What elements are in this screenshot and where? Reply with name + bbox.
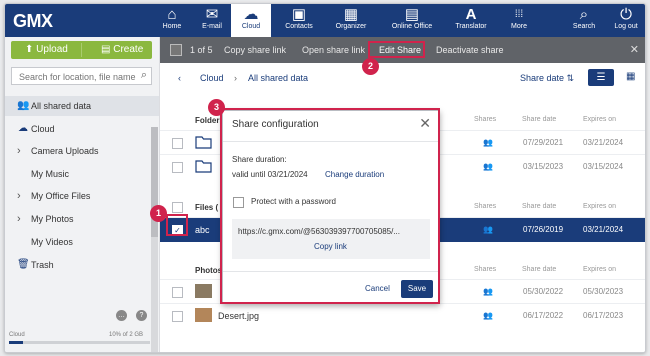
step-badge-3: 3 [208, 99, 225, 116]
contacts-icon: ▣ [291, 6, 307, 23]
cloud-icon: ☁ [243, 6, 259, 23]
sidebar-item-my-photos[interactable]: › My Photos [5, 209, 159, 229]
select-all-checkbox[interactable] [170, 44, 182, 56]
nav-search[interactable]: ⌕ Search [567, 4, 601, 37]
selection-action-bar: 1 of 5 Copy share link Open share link E… [160, 37, 645, 63]
chevron-right-icon[interactable]: › [17, 141, 21, 161]
office-icon: ▤ [404, 6, 420, 23]
chat-icon[interactable]: … [116, 310, 127, 321]
upload-button[interactable]: ⬆ Upload [25, 44, 68, 55]
trash-icon: 🗑 [17, 259, 30, 270]
breadcrumb-cloud[interactable]: Cloud [200, 73, 224, 83]
sidebar-item-my-videos[interactable]: My Videos [5, 232, 159, 252]
storage-indicator: Cloud 10% of 2 GB [5, 327, 159, 352]
nav-logout[interactable]: ⏻ Log out [609, 4, 643, 37]
top-navigation-bar: GMX ⌂ Home ✉ E-mail ☁ Cloud ▣ Contacts ▦… [5, 4, 645, 37]
nav-cloud[interactable]: ☁ Cloud [231, 4, 271, 37]
help-icon[interactable]: ? [136, 310, 147, 321]
shared-people-icon: 👥 [483, 225, 493, 234]
sidebar-item-all-shared-data[interactable]: 👥 All shared data [5, 96, 159, 116]
gmx-logo[interactable]: GMX [13, 11, 53, 32]
step-badge-2: 2 [362, 58, 379, 75]
gmx-cloud-window: GMX ⌂ Home ✉ E-mail ☁ Cloud ▣ Contacts ▦… [4, 3, 646, 353]
search-icon[interactable]: ⌕ [141, 69, 147, 82]
sidebar-item-camera-uploads[interactable]: › Camera Uploads [5, 141, 159, 161]
nav-online-office[interactable]: ▤ Online Office [387, 4, 437, 37]
chevron-right-icon[interactable]: › [17, 186, 21, 206]
folder-icon [195, 160, 212, 173]
sidebar-item-trash[interactable]: 🗑 Trash [5, 255, 159, 275]
nav-more[interactable]: ⁞⁞⁞ More [503, 4, 535, 37]
search-input[interactable] [17, 69, 141, 85]
sidebar-item-my-office-files[interactable]: › My Office Files [5, 186, 159, 206]
dialog-highlight [220, 108, 440, 304]
nav-contacts[interactable]: ▣ Contacts [281, 4, 317, 37]
shared-people-icon: 👥 [483, 311, 493, 320]
translate-icon: A [465, 6, 477, 23]
shared-people-icon: 👥 [483, 287, 493, 296]
row-checkbox[interactable] [172, 311, 183, 322]
selection-count: 1 of 5 [190, 45, 213, 55]
search-icon: ⌕ [579, 6, 589, 23]
people-icon: 👥 [17, 100, 30, 111]
storage-bar-fill [9, 341, 23, 344]
file-type-label: abc [195, 225, 210, 235]
chevron-right-icon: › [234, 73, 237, 83]
chevron-right-icon[interactable]: › [17, 209, 21, 229]
list-view-button[interactable]: ☰ [588, 69, 614, 86]
nav-organizer[interactable]: ▦ Organizer [331, 4, 371, 37]
create-button[interactable]: ▤ Create [101, 44, 143, 55]
row-checkbox[interactable] [172, 287, 183, 298]
breadcrumb: ‹ Cloud › All shared data Share date ⇅ ☰… [160, 63, 645, 93]
nav-email[interactable]: ✉ E-mail [195, 4, 229, 37]
deactivate-share-button[interactable]: Deactivate share [436, 45, 504, 55]
edit-share-highlight [368, 41, 425, 58]
sort-by-share-date[interactable]: Share date ⇅ [520, 73, 574, 84]
breadcrumb-current: All shared data [248, 73, 309, 83]
sidebar-item-my-music[interactable]: My Music [5, 164, 159, 184]
sidebar-item-cloud[interactable]: ☁ Cloud [5, 119, 159, 139]
nav-translator[interactable]: A Translator [449, 4, 493, 37]
close-icon[interactable]: ✕ [630, 43, 639, 56]
copy-share-link-button[interactable]: Copy share link [224, 45, 286, 55]
open-share-link-button[interactable]: Open share link [302, 45, 365, 55]
envelope-icon: ✉ [205, 6, 219, 23]
step-badge-1: 1 [150, 205, 167, 222]
folder-icon [195, 136, 212, 149]
table-row[interactable]: Desert.jpg 👥 06/17/2022 06/17/2023 [160, 303, 645, 328]
cloud-icon: ☁ [18, 123, 28, 134]
divider [81, 43, 82, 57]
photo-thumbnail [195, 308, 212, 322]
sidebar: ⬆ Upload ▤ Create ⌕ 👥 All shared data ☁ … [5, 37, 160, 352]
home-icon: ⌂ [167, 6, 177, 23]
storage-bar [9, 341, 150, 344]
list-icon: ☰ [596, 72, 606, 83]
power-icon: ⏻ [620, 6, 632, 23]
grid-icon: ⁞⁞⁞ [514, 9, 524, 20]
back-chevron-icon[interactable]: ‹ [178, 73, 181, 83]
row-checkbox[interactable] [172, 138, 183, 149]
checkbox-highlight [166, 214, 188, 236]
shared-people-icon: 👥 [483, 162, 493, 171]
calendar-icon: ▦ [343, 6, 359, 23]
photo-thumbnail [195, 284, 212, 298]
upload-create-bar: ⬆ Upload ▤ Create [11, 41, 152, 59]
nav-home[interactable]: ⌂ Home [155, 4, 189, 37]
files-select-checkbox[interactable] [172, 202, 183, 213]
shared-people-icon: 👥 [483, 138, 493, 147]
row-checkbox[interactable] [172, 162, 183, 173]
grid-view-icon[interactable]: ▦ [626, 71, 635, 82]
search-field: ⌕ [11, 67, 152, 85]
